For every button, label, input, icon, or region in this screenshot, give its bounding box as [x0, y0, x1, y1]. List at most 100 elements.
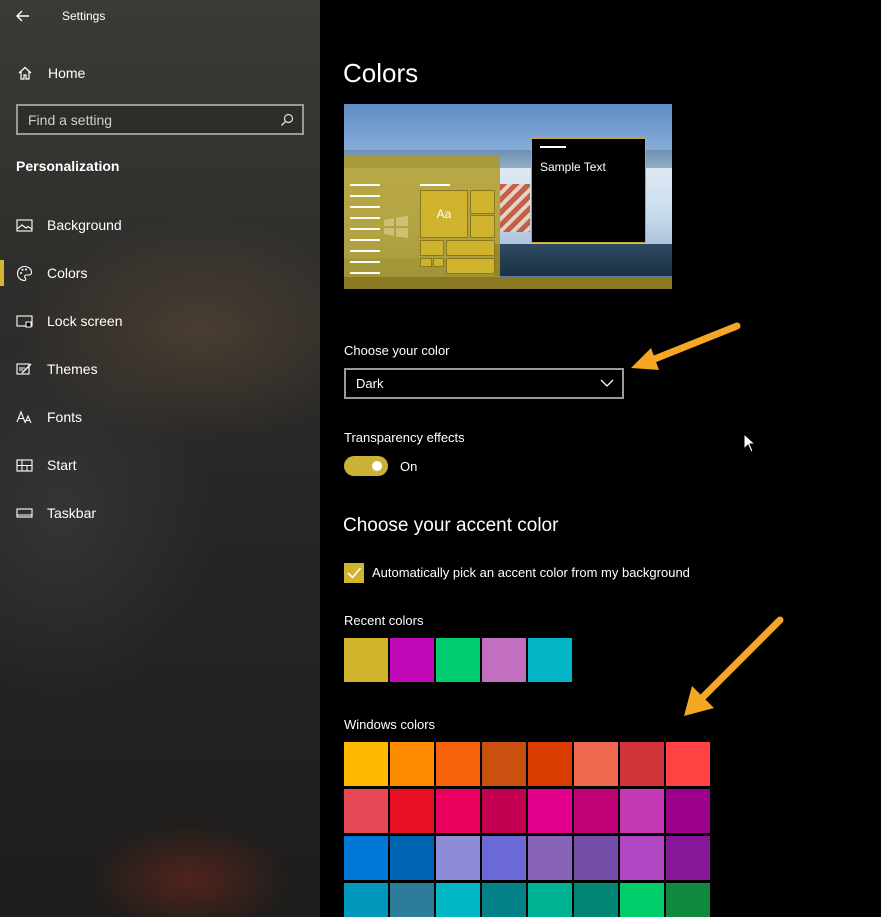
sidebar-item-label: Taskbar	[47, 505, 97, 521]
preview-tile	[420, 258, 432, 267]
sidebar-item-fonts[interactable]: Fonts	[0, 400, 320, 448]
windows-color-swatch[interactable]	[574, 883, 618, 917]
windows-color-swatch[interactable]	[390, 883, 434, 917]
windows-color-swatch[interactable]	[482, 883, 526, 917]
picture-icon	[16, 219, 33, 232]
chevron-down-icon	[600, 379, 614, 387]
search-icon	[281, 113, 294, 126]
windows-color-swatch[interactable]	[482, 742, 526, 786]
sidebar-item-colors[interactable]: Colors	[0, 256, 320, 304]
transparency-label: Transparency effects	[344, 430, 465, 445]
home-label: Home	[48, 65, 86, 81]
mouse-cursor-icon	[743, 433, 757, 453]
colors-page: Colors Aa Sample Text Choose your color …	[320, 0, 881, 917]
windows-color-swatch[interactable]	[620, 789, 664, 833]
start-icon	[16, 459, 33, 472]
preview-sample-text: Sample Text	[540, 160, 606, 174]
sidebar-item-label: Background	[47, 217, 122, 233]
preview-water	[494, 244, 672, 276]
windows-color-swatch[interactable]	[390, 789, 434, 833]
sidebar-item-taskbar[interactable]: Taskbar	[0, 496, 320, 544]
windows-color-swatch[interactable]	[436, 883, 480, 917]
lock-screen-icon	[16, 315, 33, 328]
windows-color-swatch[interactable]	[482, 789, 526, 833]
windows-color-swatch[interactable]	[436, 789, 480, 833]
preview-taskbar	[344, 277, 672, 289]
windows-colors-row	[344, 836, 710, 880]
sidebar-item-label: Fonts	[47, 409, 83, 425]
windows-color-swatch[interactable]	[666, 789, 710, 833]
back-arrow-icon	[16, 10, 29, 22]
windows-color-swatch[interactable]	[344, 789, 388, 833]
windows-color-swatch[interactable]	[620, 883, 664, 917]
windows-color-swatch[interactable]	[666, 883, 710, 917]
transparency-toggle[interactable]	[344, 456, 388, 476]
windows-color-swatch[interactable]	[666, 742, 710, 786]
toggle-knob	[372, 461, 382, 471]
preview-window-bar	[540, 146, 566, 148]
preview-tile	[433, 258, 444, 267]
back-button[interactable]	[10, 4, 38, 28]
recent-colors-label: Recent colors	[344, 613, 424, 628]
preview-sample-window: Sample Text	[531, 138, 646, 243]
annotation-arrow-icon	[684, 616, 784, 716]
recent-color-swatch[interactable]	[528, 638, 572, 682]
auto-accent-label: Automatically pick an accent color from …	[372, 565, 690, 580]
windows-color-swatch[interactable]	[620, 742, 664, 786]
windows-color-swatch[interactable]	[390, 742, 434, 786]
home-nav-item[interactable]: Home	[0, 56, 320, 90]
sidebar-item-start[interactable]: Start	[0, 448, 320, 496]
windows-color-swatch[interactable]	[574, 836, 618, 880]
sidebar-item-background[interactable]: Background	[0, 208, 320, 256]
auto-accent-checkbox[interactable]	[344, 563, 364, 583]
preview-tile	[446, 258, 495, 274]
windows-color-swatch[interactable]	[620, 836, 664, 880]
themes-icon	[16, 363, 32, 375]
preview-tiles: Aa	[420, 190, 495, 276]
windows-colors-label: Windows colors	[344, 717, 436, 732]
windows-color-swatch[interactable]	[344, 883, 388, 917]
windows-color-swatch[interactable]	[528, 742, 572, 786]
search-input[interactable]: Find a setting	[16, 104, 304, 135]
window-title: Settings	[62, 9, 106, 23]
recent-color-swatch[interactable]	[436, 638, 480, 682]
windows-color-swatch[interactable]	[574, 742, 618, 786]
windows-color-swatch[interactable]	[666, 836, 710, 880]
sidebar-item-label: Themes	[47, 361, 98, 377]
windows-color-swatch[interactable]	[528, 883, 572, 917]
taskbar-icon	[16, 508, 33, 518]
palette-icon	[16, 265, 33, 282]
windows-logo-icon	[384, 216, 408, 238]
selected-indicator	[0, 260, 4, 286]
search-placeholder: Find a setting	[28, 112, 113, 128]
sidebar-item-lock-screen[interactable]: Lock screen	[0, 304, 320, 352]
sidebar-item-themes[interactable]: Themes	[0, 352, 320, 400]
accent-section-title: Choose your accent color	[343, 515, 559, 536]
windows-color-swatch[interactable]	[344, 836, 388, 880]
preview-tile	[470, 215, 495, 238]
windows-color-swatch[interactable]	[482, 836, 526, 880]
recent-color-swatch[interactable]	[390, 638, 434, 682]
annotation-arrow-icon	[631, 322, 741, 370]
preview-tile	[446, 240, 495, 256]
preview-menu-lines	[350, 184, 380, 283]
windows-color-swatch[interactable]	[436, 742, 480, 786]
windows-color-swatch[interactable]	[344, 742, 388, 786]
windows-colors-row	[344, 742, 710, 786]
preview-tile-large: Aa	[420, 190, 468, 238]
dropdown-value: Dark	[356, 376, 384, 391]
title-bar: Settings	[0, 0, 320, 34]
windows-color-swatch[interactable]	[528, 836, 572, 880]
windows-color-swatch[interactable]	[436, 836, 480, 880]
windows-color-swatch[interactable]	[528, 789, 572, 833]
windows-color-swatch[interactable]	[390, 836, 434, 880]
recent-color-swatch[interactable]	[344, 638, 388, 682]
recent-color-swatch[interactable]	[482, 638, 526, 682]
windows-color-swatch[interactable]	[574, 789, 618, 833]
theme-preview: Aa Sample Text	[344, 104, 672, 289]
home-icon	[18, 66, 32, 80]
choose-color-dropdown[interactable]: Dark	[344, 368, 624, 399]
windows-colors-row	[344, 789, 710, 833]
checkmark-icon	[347, 567, 362, 579]
preview-tile	[470, 190, 495, 214]
